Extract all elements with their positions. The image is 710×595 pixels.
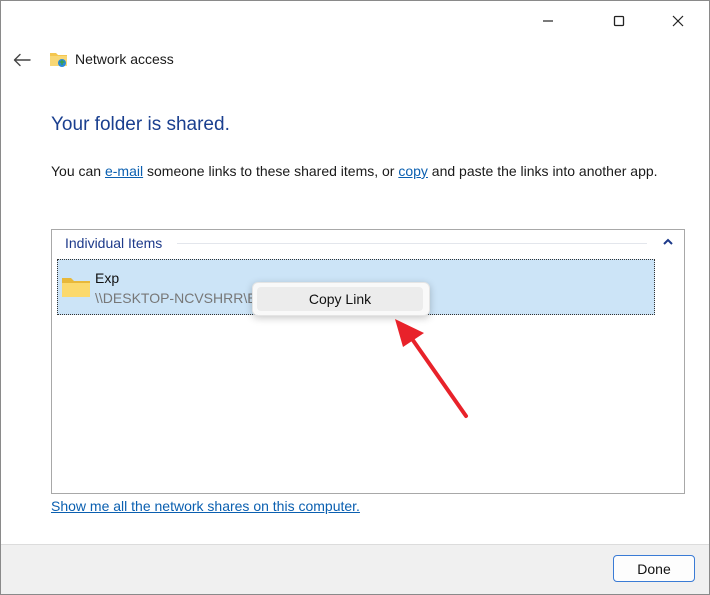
minimize-icon: [543, 20, 553, 22]
done-button[interactable]: Done: [613, 555, 695, 582]
back-button[interactable]: [9, 47, 35, 73]
description-part: someone links to these shared items, or: [143, 163, 399, 179]
description-text: You can e-mail someone links to these sh…: [51, 161, 671, 181]
minimize-button[interactable]: [525, 7, 571, 35]
copy-link[interactable]: copy: [398, 163, 428, 179]
maximize-icon: [613, 15, 625, 27]
page-heading: Your folder is shared.: [51, 114, 230, 135]
item-path: \\DESKTOP-NCVSHRR\Exp: [95, 290, 255, 306]
email-link[interactable]: e-mail: [105, 163, 143, 179]
group-header-individual-items: Individual Items: [65, 235, 163, 251]
context-menu: Copy Link: [252, 282, 430, 316]
item-name: Exp: [95, 270, 120, 286]
window-title: Network access: [75, 51, 174, 67]
chevron-up-icon[interactable]: [662, 236, 674, 248]
group-divider: [177, 243, 647, 244]
network-folder-icon: [50, 53, 67, 67]
dialog-footer: Done: [1, 544, 709, 594]
back-arrow-icon: [13, 53, 31, 67]
folder-icon: [62, 278, 90, 297]
show-network-shares-link[interactable]: Show me all the network shares on this c…: [51, 498, 360, 514]
description-part: You can: [51, 163, 105, 179]
close-icon: [672, 15, 684, 27]
close-button[interactable]: [655, 7, 701, 35]
copy-link-menu-item[interactable]: Copy Link: [257, 287, 423, 311]
network-access-dialog: Network access Your folder is shared. Yo…: [0, 0, 710, 595]
shared-items-list: Individual Items Exp \\DESKTOP-NCVSHRR\E…: [51, 229, 685, 494]
maximize-button[interactable]: [596, 7, 642, 35]
description-part: and paste the links into another app.: [427, 163, 658, 179]
